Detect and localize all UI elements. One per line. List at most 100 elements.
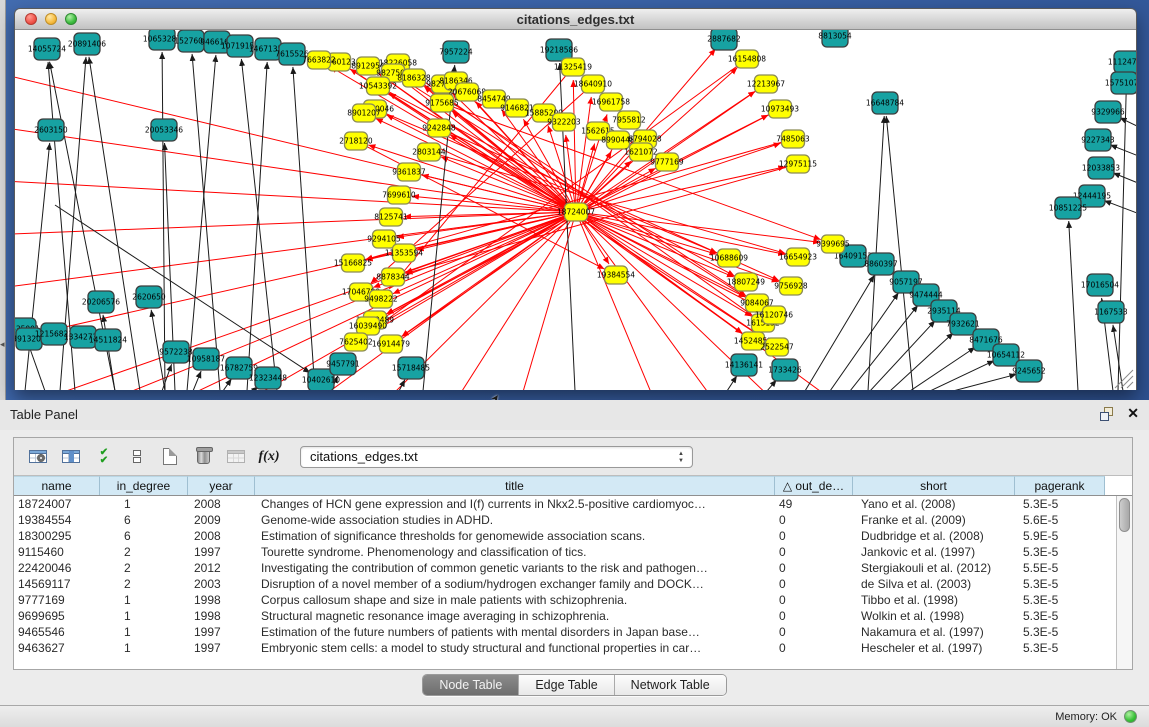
scrollbar-thumb[interactable]: [1119, 498, 1130, 532]
graph-node-label: 7625402: [339, 338, 373, 347]
checkmarks-icon: ✔✔: [100, 449, 108, 465]
delete-table-button: [222, 444, 250, 470]
graph-node-label: 15718485: [392, 364, 430, 373]
graph-node-label: 9361837: [392, 168, 426, 177]
graph-node-label: 16648784: [866, 99, 904, 108]
graph-node-label: 2887682: [707, 35, 741, 44]
graph-node-label: 16961758: [592, 98, 630, 107]
trash-icon: [197, 449, 210, 464]
table-settings-icon: [29, 450, 47, 463]
network-window-title: citations_edges.txt: [15, 12, 1136, 27]
float-panel-icon-front-square: [1100, 412, 1109, 421]
network-graph[interactable]: 1405572420891406106532871527602946616310…: [15, 30, 1136, 390]
graph-node-label: 1167533: [1094, 308, 1128, 317]
node-table: namein_degreeyeartitle△ out_de…shortpage…: [14, 476, 1132, 669]
graph-node-label: 19218586: [540, 46, 578, 55]
select-columns-icon: [62, 450, 80, 463]
table-row[interactable]: 1938455462009Genome-wide association stu…: [14, 512, 1116, 528]
network-canvas[interactable]: 1405572420891406106532871527602946616310…: [15, 30, 1136, 390]
table-row[interactable]: 911546021997Tourette syndrome. Phenomeno…: [14, 544, 1116, 560]
status-bar: Memory: OK: [0, 705, 1149, 727]
column-header-out_de[interactable]: △ out_de…: [775, 476, 853, 495]
table-selector-value: citations_edges.txt: [310, 449, 418, 464]
graph-node-label: 9474444: [909, 291, 943, 300]
column-header-in_degree[interactable]: in_degree: [100, 476, 188, 495]
graph-node-label: 16154808: [728, 55, 766, 64]
column-header-year[interactable]: year: [188, 476, 255, 495]
tab-node-table[interactable]: Node Table: [423, 675, 519, 695]
graph-node-label: 9756928: [774, 282, 808, 291]
select-columns-button[interactable]: [57, 444, 85, 470]
table-row[interactable]: 946554611997Estimation of the future num…: [14, 624, 1116, 640]
network-window-titlebar[interactable]: citations_edges.txt: [15, 9, 1136, 30]
graph-node-label: 16914479: [372, 340, 410, 349]
table-row[interactable]: 946362711997Embryonic stem cells: a mode…: [14, 640, 1116, 656]
graph-node-label: 9245652: [1012, 367, 1046, 376]
function-builder-button[interactable]: f(x): [255, 444, 283, 470]
network-window: citations_edges.txt 14055724208914061065…: [14, 8, 1137, 390]
table-panel-title: Table Panel: [10, 407, 78, 422]
graph-node-label: 9399695: [816, 240, 850, 249]
table-settings-button[interactable]: [24, 444, 52, 470]
table-row[interactable]: 1830029562008Estimation of significance …: [14, 528, 1116, 544]
graph-node-label: 8901207: [347, 109, 381, 118]
graph-node-label: 9242848: [422, 124, 456, 133]
new-column-button[interactable]: [156, 444, 184, 470]
panel-collapse-arrow-icon[interactable]: ◂: [0, 340, 5, 349]
graph-node-label: 6794028: [628, 135, 662, 144]
table-row[interactable]: 1872400712008Changes of HCN gene express…: [14, 496, 1116, 512]
graph-node-label: 16654923: [779, 253, 817, 262]
table-body: 1872400712008Changes of HCN gene express…: [14, 496, 1116, 669]
graph-node-label: 2522547: [760, 343, 794, 352]
delete-table-icon: [227, 450, 245, 463]
graph-node-label: 2803144: [412, 148, 446, 157]
graph-node-label: 10973493: [761, 105, 799, 114]
tab-edge-table[interactable]: Edge Table: [519, 675, 614, 695]
table-panel-header: Table Panel ✕: [0, 400, 1149, 430]
table-header-row: namein_degreeyeartitle△ out_de…shortpage…: [14, 476, 1132, 496]
network-desktop: ◂ citations_edges.txt: [0, 0, 1149, 400]
select-all-button[interactable]: ✔✔: [90, 444, 118, 470]
cytoscape-app: ◂ citations_edges.txt: [0, 0, 1149, 727]
table-row[interactable]: 1456911722003Disruption of a novel membe…: [14, 576, 1116, 592]
graph-node-label: 7955812: [612, 116, 646, 125]
graph-node-label: 16782759: [220, 364, 258, 373]
close-panel-icon[interactable]: ✕: [1127, 405, 1139, 421]
table-row[interactable]: 977716911998Corpus callosum shape and si…: [14, 592, 1116, 608]
graph-node-label: 2620650: [132, 293, 166, 302]
graph-node-label: 20053346: [145, 126, 183, 135]
graph-node-label: 14136141: [725, 361, 763, 370]
graph-node-label: 7957224: [439, 48, 473, 57]
table-tabs-bar: Node Table Edge Table Network Table: [0, 674, 1149, 696]
vertical-scrollbar[interactable]: [1116, 496, 1132, 669]
delete-column-button[interactable]: [189, 444, 217, 470]
column-header-short[interactable]: short: [853, 476, 1015, 495]
fx-icon: f(x): [259, 449, 280, 465]
table-row[interactable]: 2242004622012Investigating the contribut…: [14, 560, 1116, 576]
graph-node-label: 18807249: [727, 278, 765, 287]
row-options-button[interactable]: [123, 444, 151, 470]
tab-network-table[interactable]: Network Table: [615, 675, 726, 695]
graph-node-label: 8878344: [376, 273, 410, 282]
memory-status-label: Memory: OK: [1055, 711, 1117, 723]
column-header-pagerank[interactable]: pagerank: [1015, 476, 1105, 495]
graph-node-label: 9322203: [547, 118, 581, 127]
table-selector[interactable]: citations_edges.txt ▲▼: [300, 446, 693, 468]
float-panel-icon[interactable]: [1100, 407, 1115, 422]
column-header-name[interactable]: name: [14, 476, 100, 495]
table-panel-body: ✔✔ f(x) citations_edges.txt: [13, 437, 1133, 670]
graph-node-label: 8813054: [818, 32, 852, 41]
graph-node-label: 20891406: [68, 40, 106, 49]
graph-node-label: 19384554: [597, 271, 635, 280]
graph-node-label: 14055724: [28, 45, 66, 54]
column-header-title[interactable]: title: [255, 476, 775, 495]
new-document-icon: [163, 448, 177, 465]
graph-node-label: 18640910: [574, 80, 612, 89]
table-row[interactable]: 969969511998Structural magnetic resonanc…: [14, 608, 1116, 624]
graph-node-label: 12323448: [249, 374, 287, 383]
graph-node-label: 17016504: [1081, 281, 1119, 290]
graph-node-label: 8125741: [374, 213, 408, 222]
graph-node-label: 16039490: [349, 322, 387, 331]
table-toolbar: ✔✔ f(x) citations_edges.txt: [14, 438, 1132, 476]
graph-node-label: 1621072: [624, 148, 658, 157]
